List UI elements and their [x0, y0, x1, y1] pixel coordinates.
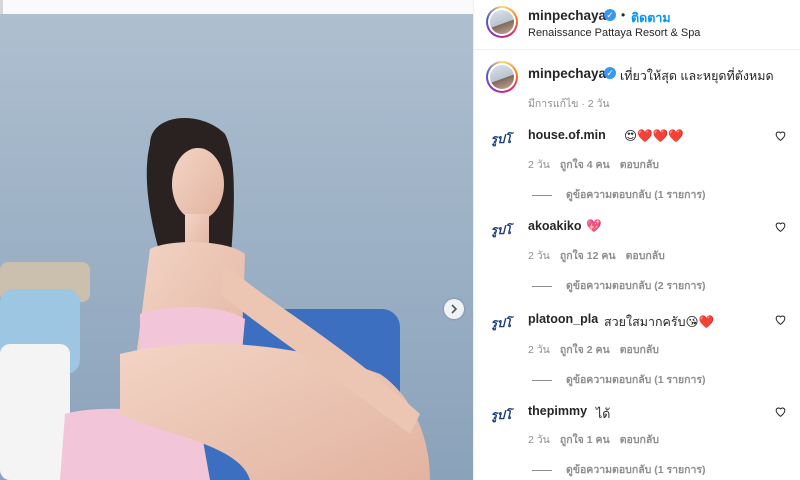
comment-time: 2 วัน: [528, 159, 550, 171]
comment-meta: 2 วัน ถูกใจ 4 คน ตอบกลับ: [528, 156, 669, 173]
caption-text: เที่ยวให้สุด และหยุดที่ตังหมด: [620, 69, 774, 83]
comment-reply-button[interactable]: ตอบกลับ: [620, 159, 659, 171]
comment-username[interactable]: thepimmy: [528, 404, 587, 418]
avatar-image: [490, 65, 514, 89]
comment-meta: 2 วัน ถูกใจ 1 คน ตอบกลับ: [528, 431, 669, 448]
post-photo[interactable]: [0, 14, 473, 480]
comment-meta: 2 วัน ถูกใจ 2 คน ตอบกลับ: [528, 341, 669, 358]
comment-text: 😍❤️❤️❤️: [624, 129, 684, 143]
comment-text: 💖: [586, 219, 602, 233]
like-comment-heart-icon[interactable]: [774, 220, 787, 233]
separator-dot: •: [621, 8, 626, 22]
view-replies-label: ดูข้อความตอบกลับ (2 รายการ): [566, 280, 706, 292]
next-photo-button[interactable]: [444, 299, 464, 319]
replies-divider: [532, 469, 552, 471]
caption-username[interactable]: minpechaya: [528, 66, 606, 81]
verified-badge-icon: ✓: [604, 9, 616, 21]
photo-illustration: [0, 14, 473, 480]
comment-likes[interactable]: ถูกใจ 2 คน: [560, 344, 610, 356]
avatar-image: [490, 10, 514, 34]
like-comment-heart-icon[interactable]: [774, 313, 787, 326]
comment-likes[interactable]: ถูกใจ 1 คน: [560, 434, 610, 446]
page-top-strip: [0, 0, 473, 14]
chevron-right-icon: [451, 304, 458, 314]
commenter-avatar[interactable]: รูปโ: [486, 308, 516, 338]
view-replies-label: ดูข้อความตอบกลับ (1 รายการ): [566, 374, 706, 386]
comment-username[interactable]: house.of.min: [528, 128, 606, 142]
post-header: minpechaya ✓ • ติดตาม Renaissance Pattay…: [474, 0, 800, 50]
view-replies-label: ดูข้อความตอบกลับ (1 รายการ): [566, 189, 706, 201]
comment-likes[interactable]: ถูกใจ 4 คน: [560, 159, 610, 171]
view-replies-button[interactable]: ดูข้อความตอบกลับ (1 รายการ): [532, 186, 706, 203]
replies-divider: [532, 194, 552, 196]
comment-time: 2 วัน: [528, 434, 550, 446]
caption-author-avatar[interactable]: [486, 61, 518, 93]
view-replies-button[interactable]: ดูข้อความตอบกลับ (2 รายการ): [532, 277, 706, 294]
comment-time: 2 วัน: [528, 344, 550, 356]
commenter-avatar[interactable]: รูปโ: [486, 124, 516, 154]
comment-reply-button[interactable]: ตอบกลับ: [620, 434, 659, 446]
verified-badge-icon: ✓: [604, 67, 616, 79]
comment-time: 2 วัน: [528, 250, 550, 262]
commenter-avatar[interactable]: รูปโ: [486, 400, 516, 430]
comment-username[interactable]: platoon_pla: [528, 312, 598, 326]
avatar-ring: [488, 63, 516, 91]
view-replies-button[interactable]: ดูข้อความตอบกลับ (1 รายการ): [532, 461, 706, 478]
replies-divider: [532, 285, 552, 287]
post-location[interactable]: Renaissance Pattaya Resort & Spa: [528, 27, 700, 39]
comment-text: ได้: [596, 407, 611, 421]
avatar-ring: [488, 8, 516, 36]
view-replies-label: ดูข้อความตอบกลับ (1 รายการ): [566, 464, 706, 476]
replies-divider: [532, 379, 552, 381]
post-sidebar: minpechaya ✓ • ติดตาม Renaissance Pattay…: [473, 0, 800, 480]
follow-button[interactable]: ติดตาม: [631, 8, 671, 28]
like-comment-heart-icon[interactable]: [774, 129, 787, 142]
comment-text: สวยใสมากครับ😘❤️: [604, 315, 715, 329]
author-avatar[interactable]: [486, 6, 518, 38]
comment-reply-button[interactable]: ตอบกลับ: [620, 344, 659, 356]
comment-username[interactable]: akoakiko: [528, 219, 582, 233]
view-replies-button[interactable]: ดูข้อความตอบกลับ (1 รายการ): [532, 371, 706, 388]
commenter-avatar[interactable]: รูปโ: [486, 215, 516, 245]
comment-likes[interactable]: ถูกใจ 12 คน: [560, 250, 616, 262]
comment-reply-button[interactable]: ตอบกลับ: [626, 250, 665, 262]
caption-edited-meta: มีการแก้ไข · 2 วัน: [528, 98, 610, 110]
author-username[interactable]: minpechaya: [528, 8, 606, 23]
comment-meta: 2 วัน ถูกใจ 12 คน ตอบกลับ: [528, 247, 675, 264]
like-comment-heart-icon[interactable]: [774, 405, 787, 418]
